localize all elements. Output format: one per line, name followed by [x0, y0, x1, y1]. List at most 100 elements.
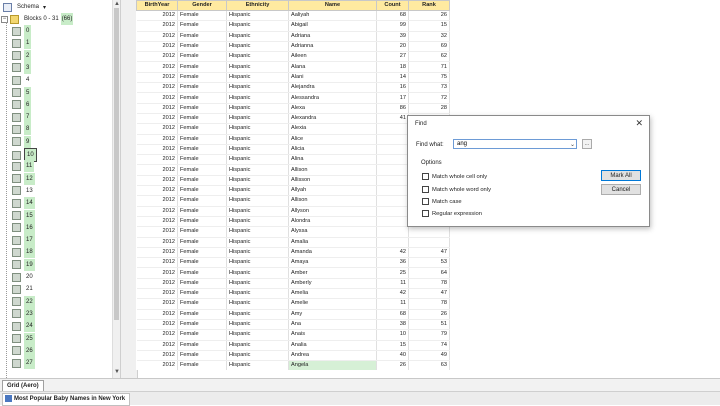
table-cell[interactable]: Female [177, 319, 227, 331]
table-cell[interactable]: Female [177, 340, 227, 351]
table-cell[interactable]: 47 [408, 247, 450, 259]
table-cell[interactable]: Hispanic [226, 226, 289, 238]
tree-item-block[interactable]: 26 [12, 344, 35, 357]
tree-item-block[interactable]: 14 [12, 197, 35, 210]
tab-document[interactable]: Most Popular Baby Names in New York [2, 393, 131, 406]
table-cell[interactable]: Amalia [288, 237, 377, 248]
table-cell[interactable]: 36 [376, 257, 409, 269]
tree-item-block[interactable]: 12 [12, 172, 35, 185]
table-row[interactable]: 2012 Female Hispanic Allison [136, 164, 450, 176]
table-cell[interactable]: 62 [408, 51, 450, 63]
table-row[interactable]: 2012 Female Hispanic Alexa 86 28 [136, 103, 450, 114]
column-header[interactable]: Ethnicity [226, 0, 289, 11]
tree-item-block[interactable]: 10 [12, 148, 37, 162]
tree-item-block[interactable]: 4 [12, 74, 31, 86]
table-cell[interactable]: Hispanic [226, 319, 289, 331]
table-cell[interactable]: 26 [408, 10, 450, 22]
table-cell[interactable]: Female [177, 82, 227, 94]
table-row[interactable]: 2012 Female Hispanic Amaya 36 53 [136, 257, 450, 269]
table-cell[interactable]: 16 [376, 82, 409, 94]
match-whole-cell-checkbox[interactable]: Match whole cell only [422, 172, 487, 182]
table-cell[interactable]: 2012 [136, 319, 178, 331]
table-cell[interactable]: Hispanic [226, 288, 289, 300]
tree-item-block[interactable]: 25 [12, 332, 35, 345]
table-cell[interactable]: Female [177, 144, 227, 156]
table-cell[interactable]: Hispanic [226, 309, 289, 320]
table-cell[interactable]: 2012 [136, 247, 178, 259]
table-row[interactable]: 2012 Female Hispanic Allison [136, 195, 450, 207]
table-cell[interactable]: 69 [408, 41, 450, 53]
table-cell[interactable]: 79 [408, 329, 450, 341]
table-cell[interactable]: Amberly [288, 278, 377, 290]
table-cell[interactable]: Hispanic [226, 195, 289, 207]
tree-item-block[interactable]: 21 [12, 283, 35, 295]
table-row[interactable]: 2012 Female Hispanic Alondra [136, 216, 450, 228]
tree-item-block[interactable]: 7 [12, 111, 32, 124]
table-cell[interactable] [376, 175, 409, 187]
table-cell[interactable]: Allisson [288, 175, 377, 187]
tree-item-block[interactable]: 9 [12, 135, 32, 148]
tree-item-block[interactable]: 11 [12, 160, 35, 173]
tree-item-block[interactable]: 2 [12, 49, 32, 62]
table-cell[interactable]: 2012 [136, 92, 178, 104]
table-cell[interactable]: Alana [288, 61, 377, 73]
table-cell[interactable]: Hispanic [226, 206, 289, 217]
table-row[interactable]: 2012 Female Hispanic Adriana 39 32 [136, 31, 450, 42]
table-cell[interactable]: 2012 [136, 144, 178, 156]
tree-item-block[interactable]: 5 [12, 86, 32, 99]
find-what-input[interactable] [453, 139, 577, 149]
table-cell[interactable]: Hispanic [226, 72, 289, 84]
table-cell[interactable]: 2012 [136, 72, 178, 84]
table-cell[interactable] [376, 144, 409, 156]
table-cell[interactable]: 53 [408, 257, 450, 269]
table-cell[interactable]: Female [177, 10, 227, 22]
table-cell[interactable]: Hispanic [226, 175, 289, 187]
table-cell[interactable]: Allison [288, 164, 377, 176]
table-row[interactable]: 2012 Female Hispanic Abigail 99 15 [136, 20, 450, 32]
match-whole-word-checkbox[interactable]: Match whole word only [422, 185, 491, 195]
table-cell[interactable]: 2012 [136, 51, 178, 63]
mark-all-button[interactable]: Mark All [601, 170, 641, 181]
table-cell[interactable]: 2012 [136, 113, 178, 125]
table-cell[interactable]: Hispanic [226, 51, 289, 63]
table-cell[interactable]: Female [177, 92, 227, 104]
find-options-more-button[interactable]: ... [582, 139, 592, 149]
table-row[interactable]: 2012 Female Hispanic Alessandra 17 72 [136, 92, 450, 104]
table-cell[interactable]: 68 [376, 309, 409, 320]
table-cell[interactable]: Female [177, 31, 227, 42]
table-cell[interactable]: Female [177, 41, 227, 53]
table-cell[interactable]: Alani [288, 72, 377, 84]
table-cell[interactable] [376, 206, 409, 217]
table-cell[interactable]: Andrea [288, 350, 377, 362]
table-cell[interactable]: 72 [408, 92, 450, 104]
tree-item-block[interactable]: 15 [12, 209, 35, 222]
table-cell[interactable]: Amelie [288, 298, 377, 310]
scroll-down-icon[interactable]: ▼ [113, 368, 120, 376]
table-cell[interactable]: Female [177, 288, 227, 300]
table-cell[interactable]: Female [177, 309, 227, 320]
table-cell[interactable]: 2012 [136, 175, 178, 187]
table-cell[interactable]: Female [177, 185, 227, 197]
table-cell[interactable]: 75 [408, 72, 450, 84]
table-row[interactable]: 2012 Female Hispanic Aileen 27 62 [136, 51, 450, 63]
table-cell[interactable]: Allison [288, 195, 377, 207]
table-cell[interactable]: Female [177, 134, 227, 145]
table-cell[interactable]: 40 [376, 350, 409, 362]
table-cell[interactable]: 2012 [136, 288, 178, 300]
table-cell[interactable]: Hispanic [226, 20, 289, 32]
table-cell[interactable]: 2012 [136, 123, 178, 135]
table-cell[interactable]: Amy [288, 309, 377, 320]
table-cell[interactable]: 14 [376, 72, 409, 84]
schema-dropdown-icon[interactable]: ▾ [43, 5, 46, 11]
table-cell[interactable]: 74 [408, 340, 450, 351]
tree-scrollbar[interactable]: ▲ ▼ [112, 0, 120, 378]
table-cell[interactable]: Alondra [288, 216, 377, 228]
table-cell[interactable] [408, 237, 450, 248]
table-cell[interactable]: 2012 [136, 31, 178, 42]
table-cell[interactable]: Female [177, 237, 227, 248]
table-cell[interactable]: 99 [376, 20, 409, 32]
table-cell[interactable] [376, 185, 409, 197]
table-cell[interactable]: 2012 [136, 41, 178, 53]
table-cell[interactable] [376, 226, 409, 238]
table-row[interactable]: 2012 Female Hispanic Amy 68 26 [136, 309, 450, 320]
